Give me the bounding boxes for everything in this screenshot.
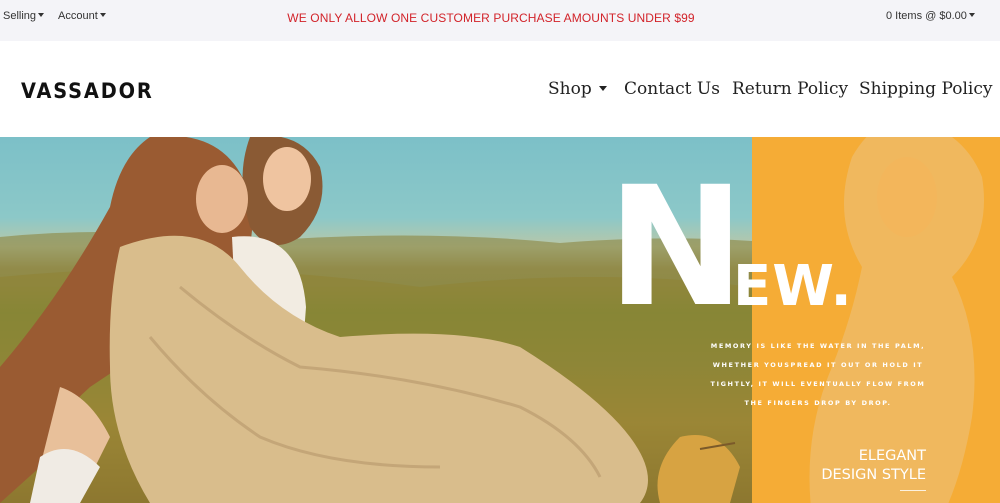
top-utility-bar: Selling Account WE ONLY ALLOW ONE CUSTOM… bbox=[0, 0, 1000, 41]
hero-quote-line: THE FINGERS DROP BY DROP. bbox=[744, 399, 892, 407]
hero-tagline: ELEGANT DESIGN STYLE bbox=[821, 447, 926, 485]
cart-summary-label: 0 Items @ $0.00 bbox=[886, 10, 967, 22]
hero-quote-line: MEMORY IS LIKE THE WATER IN THE PALM, bbox=[710, 342, 926, 350]
nav-item-return-policy[interactable]: Return Policy bbox=[732, 79, 848, 99]
hero-tagline-line-2: DESIGN STYLE bbox=[821, 467, 926, 483]
nav-item-contact-us[interactable]: Contact Us bbox=[624, 79, 720, 99]
nav-label: Shipping Policy bbox=[859, 79, 993, 99]
hero-headline-rest: EW. bbox=[733, 254, 853, 319]
caret-down-icon bbox=[598, 86, 607, 91]
nav-label: Shop bbox=[548, 79, 592, 99]
nav-label: Return Policy bbox=[732, 79, 849, 99]
hero-tagline-line-1: ELEGANT bbox=[858, 448, 926, 464]
nav-item-shop[interactable]: Shop bbox=[548, 79, 607, 99]
hero-tagline-divider bbox=[900, 490, 926, 491]
nav-item-shipping-policy[interactable]: Shipping Policy bbox=[859, 79, 992, 99]
site-header: VASSADOR Shop Contact Us Return Policy S… bbox=[0, 41, 1000, 137]
hero-headline-big-letter: N bbox=[607, 151, 746, 343]
hero-quote: MEMORY IS LIKE THE WATER IN THE PALM, WH… bbox=[704, 337, 932, 413]
hero-quote-line: TIGHTLY, IT WILL EVENTUALLY FLOW FROM bbox=[710, 380, 926, 388]
promo-notice: WE ONLY ALLOW ONE CUSTOMER PURCHASE AMOU… bbox=[287, 11, 695, 25]
hero-quote-line: WHETHER YOUSPREAD IT OUT OR HOLD IT bbox=[712, 361, 924, 369]
cart-summary-menu[interactable]: 0 Items @ $0.00 bbox=[886, 10, 975, 22]
hero-banner[interactable]: N EW. MEMORY IS LIKE THE WATER IN THE PA… bbox=[0, 137, 1000, 503]
caret-down-icon bbox=[968, 13, 975, 18]
site-logo[interactable]: VASSADOR bbox=[21, 79, 154, 103]
nav-label: Contact Us bbox=[624, 79, 720, 99]
